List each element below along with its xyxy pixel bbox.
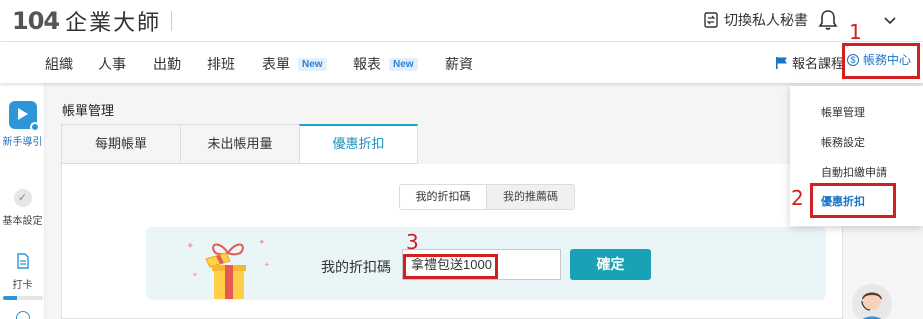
svg-text:✦: ✦: [186, 241, 194, 252]
page-title: 帳單管理: [62, 103, 115, 118]
nav-label: 人事: [98, 56, 126, 72]
nav-item-personnel[interactable]: 人事: [98, 54, 126, 74]
code-label: 我的折扣碼: [321, 259, 391, 275]
confirm-button[interactable]: 確定: [570, 249, 651, 280]
account-center-button[interactable]: $ 帳務中心: [847, 51, 911, 68]
nav-label: 報表: [353, 56, 381, 72]
sidebar-item-label: 新手導引: [2, 137, 43, 148]
nav-label: 表單: [262, 56, 290, 72]
step-number-2: 2: [791, 186, 804, 210]
progress-fill: [2, 296, 17, 300]
top-header: 104 企業大師 切換私人秘書: [0, 0, 923, 42]
promo-banner: ✦ ✦ ✦ ✦ 我的折扣碼 拿禮包送1000 確定: [146, 227, 826, 300]
new-badge: New: [298, 57, 327, 71]
chevron-down-icon[interactable]: [884, 13, 896, 31]
discount-panel: 我的折扣碼 我的推薦碼 ✦ ✦ ✦ ✦ 我的折扣碼 拿禮包送1000 確定: [61, 164, 843, 319]
nav-label: 組織: [45, 56, 73, 72]
tab-monthly-bills[interactable]: 每期帳單: [61, 124, 180, 164]
sidebar-item-punch[interactable]: 打卡: [0, 253, 45, 300]
main-nav: 組織 人事 出勤 排班 表單 New 報表 New 薪資 報名課程 $ 帳務中心: [0, 42, 923, 83]
sidebar-item-label: 打卡: [12, 280, 33, 291]
nav-item-payroll[interactable]: 薪資: [445, 54, 473, 74]
course-signup-link[interactable]: 報名課程: [775, 53, 844, 72]
switch-secretary-label: 切換私人秘書: [724, 12, 808, 28]
nav-item-organization[interactable]: 組織: [45, 54, 73, 74]
logo-104: 104: [12, 7, 60, 35]
logo-divider: [171, 11, 173, 31]
sidebar-item-label: 基本設定: [2, 216, 43, 227]
new-badge: New: [389, 57, 418, 71]
toggle-my-discount-code[interactable]: 我的折扣碼: [400, 185, 487, 209]
logo[interactable]: 104 企業大師: [12, 7, 173, 35]
switch-icon: [704, 12, 718, 28]
account-center-dropdown: 帳單管理 帳務設定 自動扣繳申請 優惠折扣: [790, 86, 923, 226]
sidebar-item-more[interactable]: [0, 311, 45, 319]
svg-text:✦: ✦: [192, 271, 198, 279]
course-signup-label: 報名課程: [792, 56, 845, 71]
gift-icon: ✦ ✦ ✦ ✦: [186, 237, 270, 299]
support-agent-icon: [861, 292, 882, 319]
sidebar-item-basic-settings[interactable]: ✓ 基本設定: [0, 189, 45, 227]
tab-unbilled-usage[interactable]: 未出帳用量: [180, 124, 299, 164]
menu-item-auto-debit[interactable]: 自動扣繳申請: [821, 164, 887, 180]
switch-secretary-button[interactable]: 切換私人秘書: [702, 10, 808, 30]
customer-support-avatar[interactable]: [852, 284, 892, 319]
guide-icon: [8, 101, 40, 132]
account-center-label: 帳務中心: [863, 53, 912, 67]
discount-code-input[interactable]: 拿禮包送1000: [402, 249, 561, 280]
nav-label: 出勤: [153, 56, 181, 72]
logo-text: 企業大師: [65, 10, 162, 35]
menu-item-bill-management[interactable]: 帳單管理: [821, 104, 865, 120]
nav-item-reports[interactable]: 報表 New: [353, 54, 418, 74]
sidebar: 新手導引 ✓ 基本設定 打卡: [0, 83, 45, 319]
clock-icon: [15, 311, 30, 319]
nav-item-attendance[interactable]: 出勤: [153, 54, 181, 74]
nav-item-scheduling[interactable]: 排班: [207, 54, 235, 74]
toggle-my-referral-code[interactable]: 我的推薦碼: [487, 185, 574, 209]
tab-bar: 每期帳單 未出帳用量 優惠折扣: [61, 124, 418, 164]
tab-discounts[interactable]: 優惠折扣: [299, 124, 418, 164]
code-type-toggle: 我的折扣碼 我的推薦碼: [399, 184, 575, 210]
nav-item-forms[interactable]: 表單 New: [262, 54, 327, 74]
menu-item-discounts[interactable]: 優惠折扣: [821, 193, 865, 209]
flag-icon: [776, 56, 787, 69]
check-icon: ✓: [13, 189, 32, 207]
step-number-3: 3: [406, 230, 419, 254]
sidebar-item-guide[interactable]: 新手導引: [0, 101, 45, 148]
bell-icon[interactable]: [818, 9, 838, 36]
nav-label: 排班: [207, 56, 235, 72]
step-number-1: 1: [849, 20, 862, 44]
svg-text:✦: ✦: [264, 261, 270, 269]
dollar-icon: $: [847, 53, 859, 66]
progress-bar: [2, 296, 43, 300]
nav-label: 薪資: [445, 56, 473, 72]
menu-item-billing-settings[interactable]: 帳務設定: [821, 134, 865, 150]
svg-text:✦: ✦: [258, 237, 266, 247]
document-icon: [16, 253, 29, 269]
